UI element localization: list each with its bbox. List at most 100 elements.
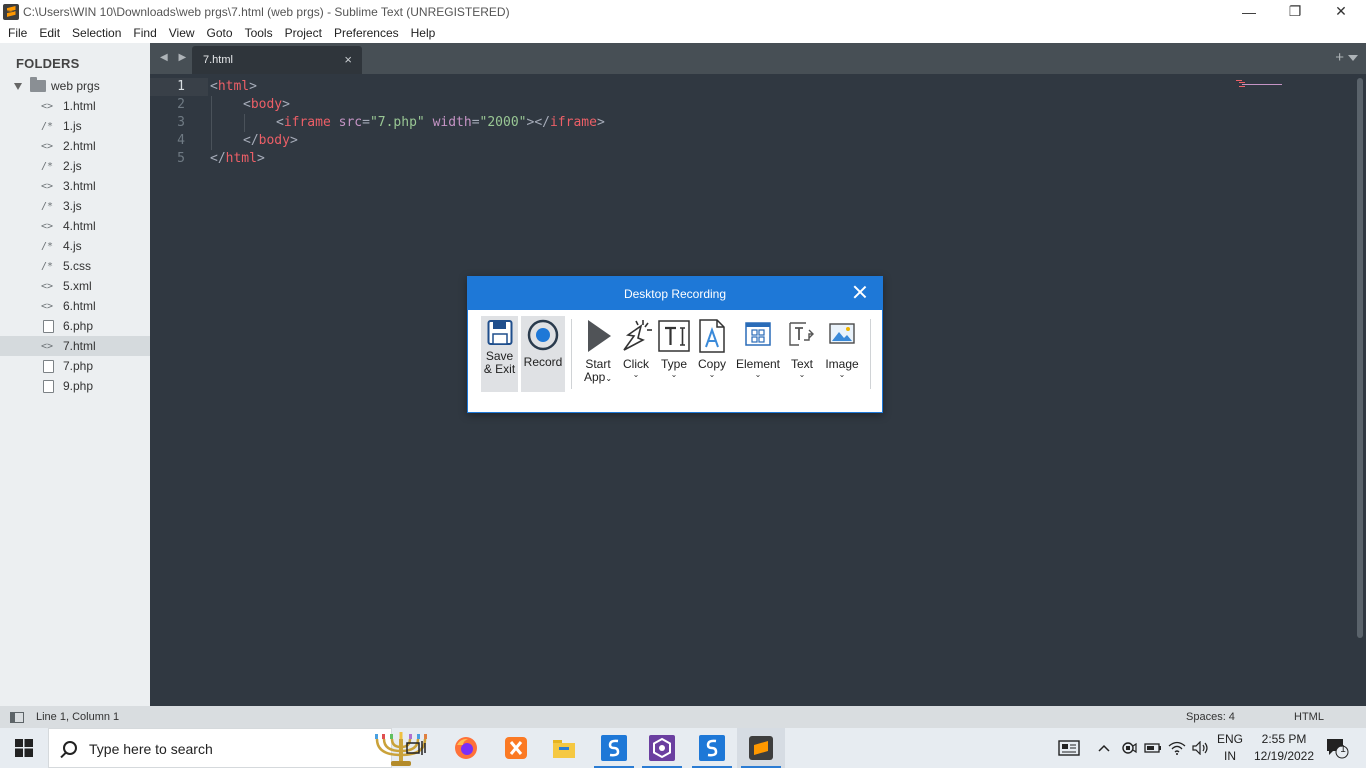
tab-7-html[interactable]: 7.html × [192, 46, 362, 74]
menu-selection[interactable]: Selection [66, 26, 127, 40]
uipath-robot-icon [699, 735, 725, 761]
tab-label: 7.html [203, 54, 233, 66]
minimap[interactable] [1236, 79, 1284, 87]
search-placeholder: Type here to search [89, 741, 213, 757]
folders-heading: FOLDERS [16, 56, 80, 71]
sidebar-file-item[interactable]: /* 4.js [0, 236, 150, 256]
file-explorer-taskbar-button[interactable] [540, 728, 588, 768]
copy-button[interactable]: Copy ⌄ [695, 316, 729, 392]
sidebar-file-item[interactable]: 7.php [0, 356, 150, 376]
sidebar-file-item[interactable]: 6.php [0, 316, 150, 336]
sidebar-file-label: 2.js [63, 159, 82, 173]
markup-file-icon: <> [41, 280, 54, 292]
notification-center-icon[interactable]: 1 [1322, 728, 1352, 768]
tab-nav-arrows-icon[interactable]: ◀ ▶ [160, 52, 190, 63]
meet-now-icon[interactable] [1118, 728, 1140, 768]
sidebar-file-label: 2.html [63, 139, 96, 153]
sidebar-file-label: 9.php [63, 379, 94, 393]
task-view-button[interactable] [392, 728, 440, 768]
code-line-3: <iframe src="7.php" width="2000"></ifram… [276, 115, 605, 130]
file-icon [43, 319, 54, 333]
uipath-robot-taskbar-button[interactable] [688, 728, 736, 768]
menu-goto[interactable]: Goto [201, 26, 239, 40]
code-line-5: </html> [210, 151, 265, 166]
file-icon [43, 379, 54, 393]
taskbar-clock[interactable]: 2:55 PM 12/19/2022 [1246, 731, 1322, 765]
new-tab-icon[interactable]: + [1335, 49, 1344, 66]
toggle-panel-icon[interactable] [10, 712, 24, 723]
vertical-scrollbar[interactable] [1357, 78, 1363, 638]
menu-view[interactable]: View [163, 26, 201, 40]
xampp-taskbar-button[interactable] [492, 728, 540, 768]
text-button[interactable]: Text ⌄ [786, 316, 818, 392]
notification-count: 1 [1340, 744, 1346, 755]
markup-file-icon: <> [41, 180, 54, 192]
sidebar-file-item[interactable]: <> 4.html [0, 216, 150, 236]
uipath-studio-taskbar-button[interactable] [590, 728, 638, 768]
sidebar-file-item[interactable]: /* 1.js [0, 116, 150, 136]
sidebar-file-label: 6.php [63, 319, 94, 333]
start-button[interactable] [0, 728, 48, 768]
element-button[interactable]: Element ⌄ [734, 316, 782, 392]
sublime-text-taskbar-button[interactable] [737, 728, 785, 768]
sidebar-file-item[interactable]: <> 2.html [0, 136, 150, 156]
folder-web-prgs[interactable]: web prgs [14, 76, 100, 96]
type-button[interactable]: Type ⌄ [656, 316, 692, 392]
sidebar-file-item[interactable]: <> 6.html [0, 296, 150, 316]
script-file-icon: /* [41, 260, 54, 272]
tab-close-icon[interactable]: × [344, 52, 352, 67]
sidebar-file-item[interactable]: <> 7.html [0, 336, 150, 356]
input-language-indicator[interactable]: ENG IN [1214, 731, 1246, 765]
sidebar-file-item[interactable]: /* 5.css [0, 256, 150, 276]
start-app-button[interactable]: Start App⌄ [580, 316, 616, 392]
indentation-setting[interactable]: Spaces: 4 [1186, 711, 1235, 723]
sidebar-file-label: 4.js [63, 239, 82, 253]
title-bar: C:\Users\WIN 10\Downloads\web prgs\7.htm… [0, 0, 1366, 23]
folder-label: web prgs [51, 79, 100, 93]
sidebar-file-label: 3.html [63, 179, 96, 193]
sidebar-file-label: 4.html [63, 219, 96, 233]
file-explorer-icon [553, 740, 575, 758]
menu-bar: File Edit Selection Find View Goto Tools… [0, 23, 1366, 43]
wifi-icon[interactable] [1166, 728, 1188, 768]
sidebar-file-item[interactable]: <> 5.xml [0, 276, 150, 296]
firefox-taskbar-button[interactable] [442, 728, 490, 768]
menu-project[interactable]: Project [279, 26, 328, 40]
battery-icon[interactable] [1142, 728, 1164, 768]
expand-triangle-icon[interactable] [14, 82, 22, 90]
uipath-assistant-taskbar-button[interactable] [638, 728, 686, 768]
menu-preferences[interactable]: Preferences [328, 26, 405, 40]
minimize-button[interactable]: — [1226, 0, 1272, 23]
image-button[interactable]: Image ⌄ [822, 316, 862, 392]
task-view-icon [406, 741, 426, 755]
maximize-button[interactable]: ❐ [1272, 0, 1318, 23]
volume-icon[interactable] [1190, 728, 1212, 768]
sidebar-file-item[interactable]: /* 3.js [0, 196, 150, 216]
sidebar-file-label: 5.xml [63, 279, 92, 293]
folder-icon [30, 77, 46, 92]
news-widget-icon[interactable] [1054, 728, 1084, 768]
sidebar-file-item[interactable]: 9.php [0, 376, 150, 396]
sidebar-file-label: 7.html [63, 339, 96, 353]
menu-find[interactable]: Find [127, 26, 162, 40]
dialog-close-icon[interactable] [853, 285, 867, 299]
save-exit-button[interactable]: Save & Exit [481, 316, 518, 392]
menu-file[interactable]: File [2, 26, 33, 40]
text-extract-icon [789, 322, 814, 346]
sidebar-file-item[interactable]: <> 3.html [0, 176, 150, 196]
close-window-button[interactable]: ✕ [1318, 0, 1364, 23]
sidebar-file-item[interactable]: /* 2.js [0, 156, 150, 176]
menu-edit[interactable]: Edit [33, 26, 66, 40]
taskbar-search[interactable]: Type here to search [48, 728, 427, 768]
menu-tools[interactable]: Tools [239, 26, 279, 40]
show-hidden-icons-chevron-icon[interactable] [1094, 728, 1114, 768]
click-button[interactable]: Click ⌄ [618, 316, 654, 392]
syntax-setting[interactable]: HTML [1294, 711, 1324, 723]
sidebar-file-item[interactable]: <> 1.html [0, 96, 150, 116]
menu-help[interactable]: Help [405, 26, 442, 40]
record-button[interactable]: Record [521, 316, 565, 392]
indent-guide [244, 114, 245, 132]
sidebar-file-label: 7.php [63, 359, 94, 373]
tab-menu-icon[interactable] [1348, 55, 1358, 61]
xampp-icon [505, 737, 527, 759]
